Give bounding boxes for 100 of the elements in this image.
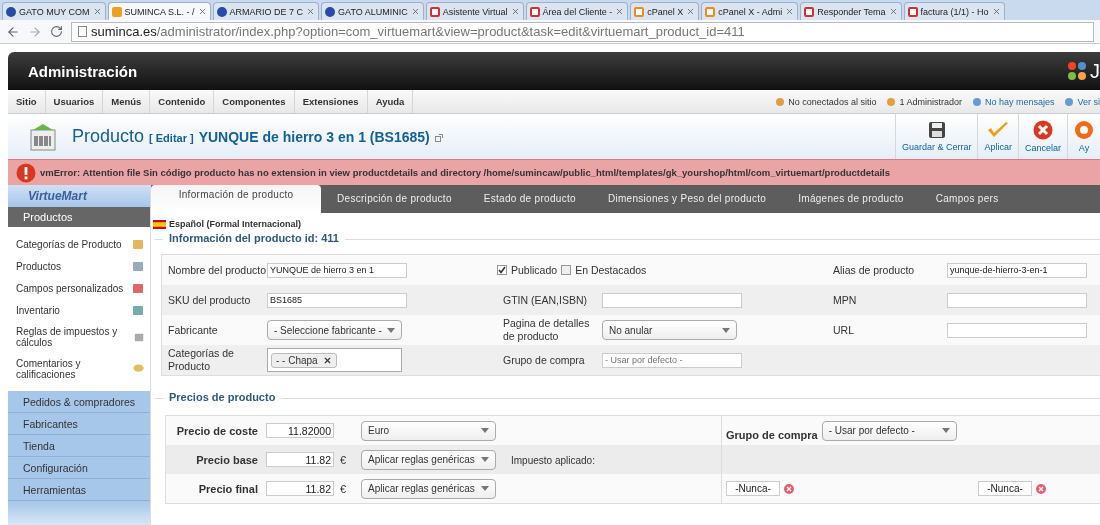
content-tab[interactable]: Campos pers [919,189,1015,213]
sidebar-item[interactable]: Categorías de Producto [8,235,150,253]
browser-tab[interactable]: cPanel X - Admi [701,2,799,20]
sidebar-item[interactable]: Comentarios y calificaciones [8,355,150,383]
close-icon[interactable] [686,7,696,16]
browser-tab[interactable]: GATO ALUMINIC [321,2,424,20]
menu-item[interactable]: Sitio [8,90,46,113]
sidebar-section[interactable]: Configuración [8,457,150,479]
category-tag: - - Chapa [271,352,337,368]
sidebar-item[interactable]: Campos personalizados [8,279,150,297]
forward-icon[interactable] [28,24,42,39]
select-field[interactable]: - Seleccione fabricante - [267,320,402,340]
menu-item[interactable]: Extensiones [294,90,368,113]
external-link-icon[interactable] [434,134,443,142]
menu-item[interactable]: Usuarios [45,90,104,113]
browser-tab[interactable]: factura (1/1) - Ho [903,2,1005,20]
caret-icon [941,428,950,433]
page-title: Producto [72,126,145,147]
date-input[interactable]: -Nunca- [978,481,1032,496]
browser-tab[interactable]: ARMARIO DE 7 C [212,2,320,20]
text-input[interactable]: BS1685 [267,292,407,308]
checkbox[interactable] [561,265,572,275]
delete-icon[interactable] [784,483,794,494]
select-field[interactable]: Aplicar reglas genéricas [361,478,496,499]
flag-icon [153,219,166,229]
select-field[interactable]: Aplicar reglas genéricas [361,449,496,470]
date-input[interactable]: -Nunca- [726,481,780,496]
content-tab[interactable]: Información de producto [151,185,321,213]
checkbox[interactable] [497,265,507,275]
checkmark-icon [987,121,1010,139]
text-input[interactable] [947,322,1087,338]
toolbar-button[interactable]: Ay [1067,114,1100,159]
close-icon[interactable] [615,7,625,16]
price-input[interactable]: 11.82 [266,481,334,496]
menu-item[interactable]: Ayuda [367,90,414,113]
text-input[interactable] [602,292,742,308]
tag-input[interactable]: - - Chapa [267,348,402,372]
sidebar-section[interactable]: Fabricantes [8,413,150,435]
field-label: SKU del producto [167,293,252,307]
remove-icon[interactable] [322,355,332,365]
select-field[interactable]: Euro [361,420,496,441]
status-text: No conectados al sitio [788,96,877,107]
sidebar-section[interactable]: Tienda [8,435,150,457]
content-tab[interactable]: Imágenes de producto [782,189,920,213]
language-label: Español (Formal Internacional) [169,219,302,229]
close-icon[interactable] [888,7,898,16]
close-icon[interactable] [410,7,420,16]
sidebar-item[interactable]: Productos [8,257,150,275]
sidebar-section[interactable]: Pedidos & compradores [8,391,150,413]
field-label: Grupo de compra [726,427,818,441]
text-input[interactable]: - Usar por defecto - [602,352,742,368]
close-icon[interactable] [92,7,102,16]
text-input[interactable]: yunque-de-hierro-3-en-1 [947,262,1087,278]
back-icon[interactable] [6,24,20,39]
browser-tab[interactable]: Responder Tema [800,2,902,20]
reload-icon[interactable] [50,25,63,38]
warning-icon [16,162,36,183]
favicon-icon [111,6,122,17]
field-label: Categorías de Producto [167,347,235,373]
close-icon[interactable] [510,7,520,16]
address-bar[interactable]: suminca.es/administrator/index.php?option=com_virtuemart&view=product&task=edit&virtuemart_product_id=411 [71,21,1094,42]
menu-item[interactable]: Menús [103,90,151,113]
content-tab[interactable]: Descripción de producto [321,189,468,213]
browser-tab[interactable]: cPanel X [630,2,700,20]
price-input[interactable]: 11.82000 [266,423,334,438]
close-icon[interactable] [306,7,316,16]
product-title: YUNQUE de hierro 3 en 1 (BS1685) [198,129,430,145]
menu-item[interactable]: Componentes [214,90,295,113]
sidebar-heading[interactable]: Productos [8,207,150,227]
close-icon[interactable] [197,7,207,16]
caret-icon [481,457,489,462]
currency-symbol: € [340,453,347,466]
sidebar-item[interactable]: Inventario [8,301,150,319]
close-icon[interactable] [991,7,1001,16]
browser-tab[interactable]: GATO MUY COM [2,2,106,20]
close-icon[interactable] [785,7,795,16]
status-text[interactable]: Ver si [1077,96,1100,107]
text-input[interactable] [947,292,1087,308]
delete-icon[interactable] [1036,483,1046,494]
status-icon [1064,96,1075,107]
virtuemart-logo: VirtueMart [8,185,150,207]
content-tab[interactable]: Dimensiones y Peso del producto [591,189,783,213]
sidebar-item[interactable]: Reglas de impuestos y cálculos [8,323,150,351]
field-label: Nombre del producto [167,263,267,277]
browser-tab[interactable]: Asistente Virtual [425,2,524,20]
menu-item[interactable]: Contenido [150,90,215,113]
browser-tab[interactable]: SUMINCA S.L. - / [107,2,211,20]
favicon-icon [6,6,16,17]
text-input[interactable]: YUNQUE de hierro 3 en 1 [267,262,407,278]
browser-tab[interactable]: Área del Cliente - [525,2,629,20]
select-field[interactable]: No anular [602,320,737,340]
price-label: Precio base [195,453,259,466]
price-input[interactable]: 11.82 [266,452,334,467]
content-tab[interactable]: Estado de producto [467,189,592,213]
field-label: Fabricante [167,323,219,337]
floppy-icon [927,121,946,139]
favicon-icon [634,6,645,17]
sidebar-section[interactable]: Herramientas [8,479,150,501]
status-text[interactable]: No hay mensajes [984,96,1055,107]
select-field[interactable]: - Usar por defecto - [821,420,957,441]
